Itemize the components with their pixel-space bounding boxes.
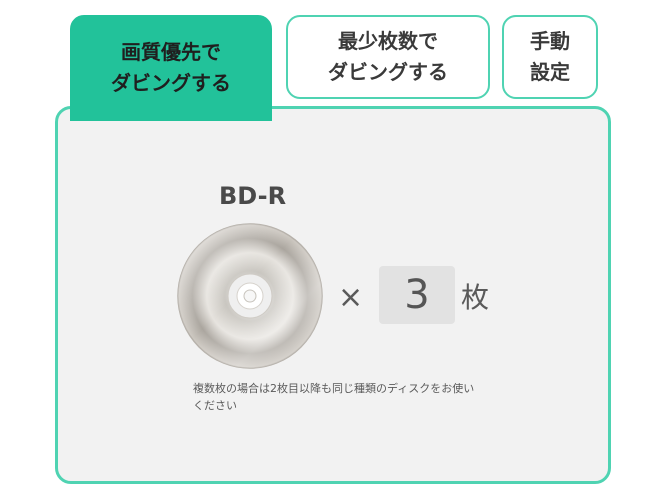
disc-type-label: BD-R [219, 182, 287, 210]
tab-quality-priority[interactable]: 画質優先で ダビングする [70, 15, 272, 121]
tab-minimum-discs[interactable]: 最少枚数で ダビングする [286, 15, 490, 99]
tab-manual-settings-label: 手動 設定 [530, 29, 570, 84]
tab-minimum-discs-label: 最少枚数で ダビングする [328, 29, 448, 84]
bd-r-disc-icon [177, 223, 323, 369]
multiply-symbol: × [338, 280, 364, 315]
disc-count-unit: 枚 [461, 281, 490, 314]
disc-note: 複数枚の場合は2枚目以降も同じ種類のディスクをお使いください [193, 382, 475, 412]
tab-manual-settings[interactable]: 手動 設定 [502, 15, 598, 99]
dubbing-panel [55, 106, 611, 484]
tab-quality-priority-label: 画質優先で ダビングする [111, 40, 231, 95]
disc-count-value[interactable]: 3 [379, 266, 455, 324]
